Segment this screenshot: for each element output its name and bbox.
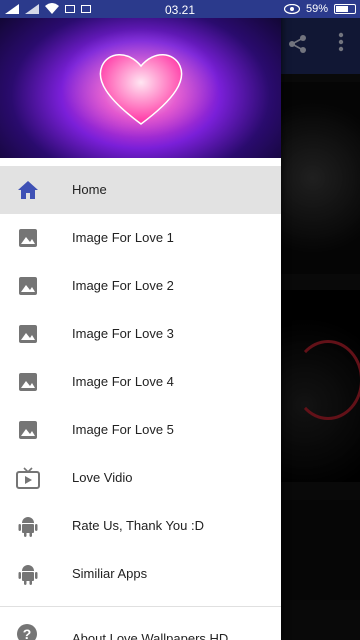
- eye-icon: [283, 4, 300, 14]
- drawer-item-label: Image For Love 3: [72, 326, 174, 341]
- svg-text:?: ?: [23, 626, 32, 640]
- status-bar: 03.21 59%: [0, 0, 360, 18]
- image-icon: [16, 274, 40, 298]
- image-icon: [16, 322, 40, 346]
- drawer-item-image-4[interactable]: Image For Love 4: [0, 358, 281, 406]
- heart-icon: [99, 54, 183, 125]
- drawer-item-label: Rate Us, Thank You :D: [72, 518, 205, 533]
- image-icon: [16, 226, 40, 250]
- home-icon: [16, 178, 40, 202]
- drawer-item-label: Similiar Apps: [72, 566, 148, 581]
- battery-percent: 59%: [305, 3, 328, 15]
- navigation-drawer: Home Image For Love 1 Image For Love 2 I…: [0, 0, 281, 640]
- drawer-item-similiar-apps[interactable]: Similiar Apps: [0, 550, 281, 598]
- drawer-header-image: [0, 0, 281, 158]
- image-icon: [16, 370, 40, 394]
- status-icons-right: 59%: [283, 3, 356, 15]
- android-icon: [16, 514, 40, 538]
- drawer-item-label: About Love Wallpapers HD: [72, 631, 229, 640]
- android-icon: [16, 562, 40, 586]
- drawer-item-about[interactable]: ? About Love Wallpapers HD: [0, 607, 281, 640]
- drawer-item-image-5[interactable]: Image For Love 5: [0, 406, 281, 454]
- drawer-item-image-1[interactable]: Image For Love 1: [0, 214, 281, 262]
- drawer-item-rate-us[interactable]: Rate Us, Thank You :D: [0, 502, 281, 550]
- battery-icon: [334, 4, 356, 14]
- drawer-item-label: Home: [72, 182, 107, 197]
- image-icon: [16, 418, 40, 442]
- drawer-item-label: Image For Love 4: [72, 374, 174, 389]
- drawer-item-image-2[interactable]: Image For Love 2: [0, 262, 281, 310]
- drawer-item-label: Image For Love 2: [72, 278, 174, 293]
- drawer-item-label: Love Vidio: [72, 470, 133, 485]
- drawer-item-image-3[interactable]: Image For Love 3: [0, 310, 281, 358]
- tv-icon: [16, 466, 40, 490]
- drawer-item-love-vidio[interactable]: Love Vidio: [0, 454, 281, 502]
- help-icon: ?: [16, 623, 40, 640]
- drawer-menu: Home Image For Love 1 Image For Love 2 I…: [0, 166, 281, 640]
- drawer-item-home[interactable]: Home: [0, 166, 281, 214]
- drawer-item-label: Image For Love 1: [72, 230, 174, 245]
- drawer-item-label: Image For Love 5: [72, 422, 174, 437]
